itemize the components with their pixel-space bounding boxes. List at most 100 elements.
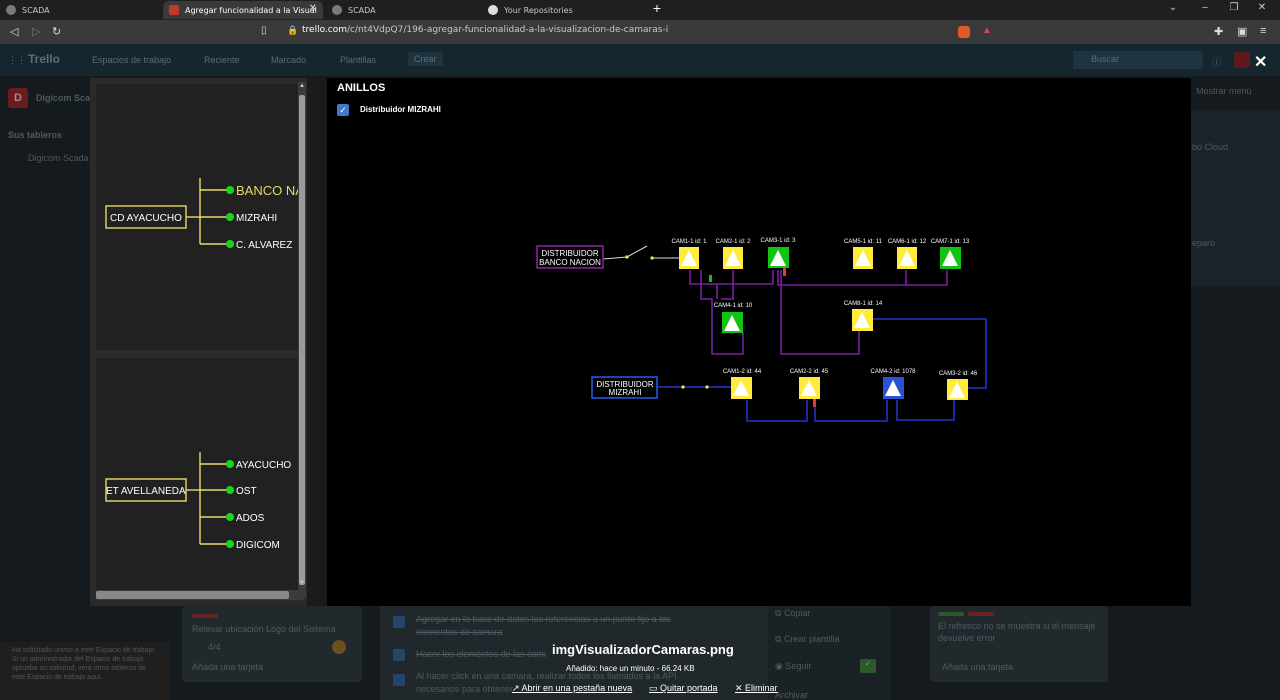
forward-icon[interactable]: ▷ [32, 25, 40, 38]
browser-tab[interactable]: SCADA [0, 1, 160, 19]
board-item[interactable]: Digicom Scada [28, 153, 89, 163]
add-card-button[interactable]: Añada una tarjeta [192, 662, 263, 672]
menu-templates[interactable]: Plantillas [340, 55, 376, 65]
browser-tab[interactable]: Your Repositories [482, 1, 642, 19]
camera-node[interactable]: CAM7-1 id: 13 [931, 239, 970, 269]
checklist-item[interactable]: Hacer los elementos de las camaras [416, 649, 546, 659]
lock-icon: 🔒 [287, 25, 299, 35]
scroll-down-icon[interactable]: ▼ [299, 580, 305, 586]
archive-button[interactable]: Archivar [775, 690, 808, 700]
trello-logo[interactable]: Trello [28, 52, 60, 66]
delete-link[interactable]: ✕ Eliminar [735, 683, 778, 694]
bookmark-icon[interactable]: ▯ [261, 25, 267, 36]
globe-icon [332, 5, 342, 15]
card-title: El refresco no se muestra si el mensaje … [938, 621, 1096, 643]
create-template-button[interactable]: ⧉ Crear plantilla [775, 634, 839, 645]
camera-node[interactable]: CAM8-1 id: 14 [844, 301, 883, 331]
add-card-button[interactable]: Añada una tarjeta [942, 662, 1013, 672]
status-dot [226, 213, 234, 221]
restore-icon[interactable]: ❐ [1224, 2, 1244, 13]
card[interactable]: Relevar ubicación Logo del Sistema 4/4 A… [182, 606, 362, 682]
camera-node[interactable]: CAM5-1 id: 11 [844, 239, 883, 269]
brave-rewards-icon[interactable]: ▲ [982, 25, 992, 36]
status-dot [226, 186, 234, 194]
checkbox[interactable] [393, 649, 405, 661]
link-status-marker [813, 399, 816, 407]
tree-leaf-label[interactable]: C. ALVAREZ [236, 240, 292, 251]
svg-text:CAM2-1 id: 2: CAM2-1 id: 2 [715, 239, 751, 245]
tree-leaf-label[interactable]: OST [236, 486, 257, 497]
card[interactable]: El refresco no se muestra si el mensaje … [930, 606, 1108, 682]
camera-node[interactable]: CAM1-1 id: 1 [671, 239, 707, 269]
brave-shield-icon[interactable] [958, 26, 970, 38]
wallet-icon[interactable]: ▣ [1237, 25, 1247, 38]
trello-header: ⋮⋮ Trello Espacios de trabajo Reciente M… [0, 44, 1280, 76]
link-status-marker [709, 275, 712, 282]
close-window-icon[interactable]: ✕ [1252, 2, 1272, 13]
svg-text:CAM4-2 id: 1078: CAM4-2 id: 1078 [870, 369, 916, 375]
status-dot [226, 513, 234, 521]
github-icon [488, 5, 498, 15]
follow-button[interactable]: ◉ Seguir [775, 661, 811, 672]
camera-node[interactable]: CAM4-2 id: 1078 [870, 369, 916, 399]
camera-node[interactable]: CAM2-1 id: 2 [715, 239, 751, 269]
checklist-count: 4/4 [208, 642, 221, 652]
side-label: bo Cloud [1192, 142, 1229, 152]
copy-button[interactable]: ⧉ Copiar [775, 608, 875, 619]
divider [308, 78, 326, 606]
remove-cover-link[interactable]: ▭ Quitar portada [649, 683, 718, 694]
create-button[interactable]: Crear [408, 52, 443, 66]
reload-icon[interactable]: ↻ [52, 25, 61, 38]
camera-node[interactable]: CAM6-1 id: 12 [888, 239, 927, 269]
side-label: eparo [1192, 238, 1216, 248]
scroll-up-icon[interactable]: ▲ [299, 83, 305, 89]
tree-leaf-label[interactable]: AYACUCHO [236, 460, 291, 471]
extensions-icon[interactable]: ✚ [1214, 25, 1223, 38]
notifications-icon[interactable] [1234, 52, 1250, 68]
workspace-name[interactable]: Digicom Sca [36, 93, 90, 103]
svg-text:CAM5-1 id: 11: CAM5-1 id: 11 [844, 239, 883, 245]
new-tab-button[interactable]: + [650, 1, 664, 16]
scrollbar-thumb[interactable] [299, 95, 305, 585]
checkbox[interactable] [393, 674, 405, 686]
image-filename: imgVisualizadorCamaras.png [552, 642, 734, 657]
address-bar: ◁ ▷ ↻ ▯ 🔒 trello.com/c/nt4VdpQ7/196-agre… [0, 20, 1280, 44]
show-menu-button[interactable]: Mostrar menú [1196, 86, 1252, 96]
svg-text:CAM4-1 id: 10: CAM4-1 id: 10 [714, 303, 753, 309]
tree-leaf-label[interactable]: BANCO NA [236, 183, 304, 198]
camera-node[interactable]: CAM2-2 id: 45 [790, 369, 829, 399]
menu-workspaces[interactable]: Espacios de trabajo [92, 55, 171, 65]
browser-tab-active[interactable]: Agregar funcionalidad a la Visual ✕ [163, 1, 323, 19]
svg-text:CAM2-2 id: 45: CAM2-2 id: 45 [790, 369, 829, 375]
open-new-tab-link[interactable]: ↗ Abrir en una pestaña nueva [512, 683, 632, 694]
camera-node[interactable]: CAM1-2 id: 44 [723, 369, 762, 399]
card-label [938, 612, 964, 616]
tree-leaf-label[interactable]: ADOS [236, 513, 265, 524]
card-title: Relevar ubicación Logo del Sistema [192, 624, 336, 634]
camera-network-diagram: DISTRIBUIDOR BANCO NACION DISTRIBUIDOR M… [536, 238, 987, 422]
right-side-panel [1190, 110, 1280, 286]
checkbox[interactable] [393, 616, 405, 628]
close-icon[interactable]: ✕ [1254, 52, 1267, 72]
back-icon[interactable]: ◁ [10, 25, 18, 38]
link-status-marker [783, 268, 786, 276]
camera-node[interactable]: CAM3-2 id: 46 [939, 371, 978, 400]
info-icon[interactable]: ⓘ [1212, 55, 1221, 68]
url-field[interactable]: trello.com/c/nt4VdpQ7/196-agregar-funcio… [302, 25, 668, 35]
browser-tab[interactable]: SCADA [326, 1, 486, 19]
scrollbar-thumb[interactable] [96, 591, 289, 599]
apps-icon[interactable]: ⋮⋮ [8, 55, 26, 66]
camera-node[interactable]: CAM4-1 id: 10 [714, 303, 753, 333]
menu-recent[interactable]: Reciente [204, 55, 240, 65]
menu-starred[interactable]: Marcado [271, 55, 306, 65]
search-input[interactable]: Buscar [1073, 51, 1203, 69]
close-tab-icon[interactable]: ✕ [309, 3, 317, 14]
tree-leaf-label[interactable]: MIZRAHI [236, 213, 277, 224]
svg-text:CAM3-2 id: 46: CAM3-2 id: 46 [939, 371, 978, 377]
minimize-icon[interactable]: – [1195, 2, 1215, 13]
menu-icon[interactable]: ≡ [1260, 25, 1266, 37]
chevron-down-icon[interactable]: ⌄ [1163, 2, 1183, 13]
camera-node[interactable]: CAM3-1 id: 3 [760, 238, 796, 268]
checklist-item[interactable]: Agregar en la base de datos las referenc… [416, 613, 696, 639]
tree-leaf-label[interactable]: DIGICOM [236, 540, 280, 551]
